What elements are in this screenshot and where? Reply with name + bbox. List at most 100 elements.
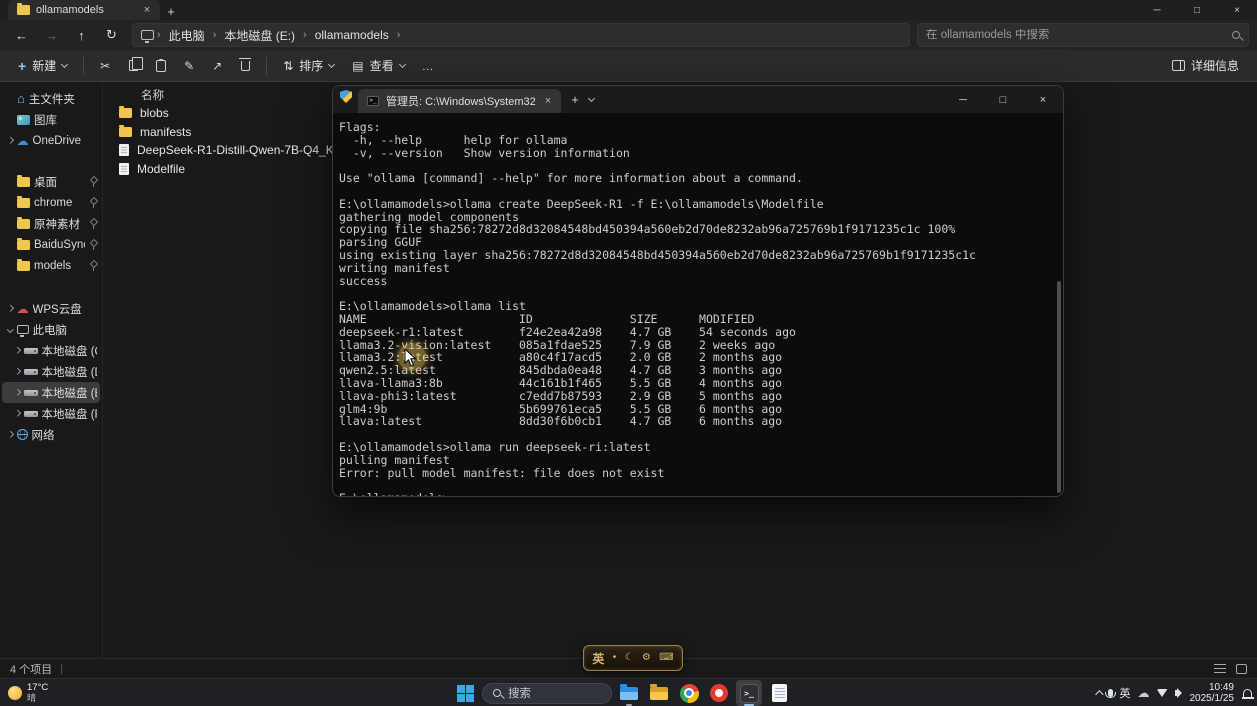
moon-icon[interactable]: ☾	[625, 653, 634, 663]
microphone-icon[interactable]	[1108, 689, 1113, 697]
sidebar-item-desktop[interactable]: 桌面	[2, 171, 100, 192]
explorer-tab[interactable]: ollamamodels ×	[8, 0, 160, 20]
tray-ime-indicator[interactable]: 英	[1120, 685, 1131, 701]
sidebar-item-baidusyncdisk[interactable]: BaiduSyncdisk	[2, 234, 100, 255]
refresh-button[interactable]: ↻	[98, 23, 125, 47]
drive-icon	[24, 369, 38, 375]
close-tab-icon[interactable]: ×	[140, 4, 154, 16]
drive-icon	[24, 390, 38, 396]
terminal-title-bar[interactable]: >_ 管理员: C:\Windows\System32 × + ─ □ ×	[333, 86, 1063, 113]
crumb-this-pc[interactable]: 此电脑	[164, 26, 210, 45]
gear-icon[interactable]: ⚙	[642, 653, 651, 663]
more-button[interactable]: …	[415, 53, 441, 79]
close-button[interactable]: ×	[1217, 0, 1257, 20]
cloud-icon[interactable]: ☁	[1138, 687, 1150, 699]
volume-icon[interactable]	[1175, 690, 1179, 696]
sidebar-item-models[interactable]: models	[2, 255, 100, 276]
crumb-chevron-icon: ›	[396, 29, 402, 41]
crumb-chevron-icon: ›	[302, 29, 308, 41]
sidebar-item-drive-c[interactable]: 本地磁盘 (C:)	[2, 340, 100, 361]
pin-icon	[89, 198, 97, 208]
taskbar-notepad[interactable]	[766, 680, 792, 706]
sidebar-item-network[interactable]: 网络	[2, 424, 100, 445]
tab-dropdown-icon[interactable]	[588, 94, 595, 101]
new-tab-button[interactable]: +	[160, 2, 182, 20]
weather-condition: 晴	[27, 693, 48, 703]
hidden-icons-chevron-icon[interactable]	[1095, 690, 1103, 698]
sidebar-item-genshin[interactable]: 原神素材	[2, 213, 100, 234]
chevron-right-icon	[14, 347, 20, 353]
sidebar-item-wps-cloud[interactable]: ☁ WPS云盘	[2, 298, 100, 319]
scrollbar-thumb[interactable]	[1057, 281, 1061, 493]
sidebar-item-chrome[interactable]: chrome	[2, 192, 100, 213]
forward-button[interactable]: →	[38, 23, 65, 47]
terminal-tab[interactable]: >_ 管理员: C:\Windows\System32 ×	[358, 89, 561, 113]
pin-icon	[89, 219, 97, 229]
paste-button[interactable]	[148, 53, 174, 79]
taskbar-red-app[interactable]	[706, 680, 732, 706]
taskbar-terminal[interactable]: >_	[736, 680, 762, 706]
tray-time: 10:49	[1190, 682, 1235, 694]
share-button[interactable]: ↗	[204, 53, 230, 79]
weather-widget[interactable]: 17°C 晴	[4, 679, 52, 706]
pin-icon	[89, 261, 97, 271]
breadcrumb[interactable]: › 此电脑 › 本地磁盘 (E:) › ollamamodels ›	[132, 23, 910, 47]
view-button[interactable]: ▤ 查看	[344, 53, 412, 79]
sidebar-item-drive-d[interactable]: 本地磁盘 (D:)	[2, 361, 100, 382]
rename-icon: ✎	[184, 59, 194, 73]
copy-icon	[129, 60, 138, 71]
taskbar-folder[interactable]	[646, 680, 672, 706]
minimize-button[interactable]: ─	[1137, 0, 1177, 20]
maximize-button[interactable]: □	[983, 86, 1023, 113]
rename-button[interactable]: ✎	[176, 53, 202, 79]
explorer-search-box[interactable]	[917, 23, 1249, 47]
new-tab-button[interactable]: +	[565, 92, 585, 107]
chevron-right-icon	[14, 368, 20, 374]
weather-temp: 17°C	[27, 683, 48, 693]
network-icon[interactable]	[1157, 689, 1168, 697]
copy-button[interactable]	[120, 53, 146, 79]
search-input[interactable]	[926, 29, 1226, 41]
ime-language-toggle[interactable]: 英	[592, 650, 604, 667]
cut-button[interactable]: ✂	[92, 53, 118, 79]
crumb-ollamamodels[interactable]: ollamamodels	[310, 27, 394, 43]
maximize-button[interactable]: □	[1177, 0, 1217, 20]
details-view-icon[interactable]	[1214, 664, 1226, 673]
clock[interactable]: 10:49 2025/1/25	[1190, 682, 1235, 705]
crumb-chevron-icon: ›	[212, 29, 218, 41]
sidebar-item-gallery[interactable]: 图库	[2, 109, 100, 130]
close-tab-icon[interactable]: ×	[543, 95, 553, 107]
navigation-pane: ⌂ 主文件夹 图库 ☁ OneDrive 桌面	[0, 82, 103, 658]
view-icon: ▤	[352, 59, 363, 73]
taskbar-search[interactable]: 搜索	[482, 683, 612, 704]
terminal-output[interactable]: Flags: -h, --help help for ollama -v, --…	[333, 113, 1063, 496]
chevron-right-icon	[7, 305, 13, 311]
network-icon	[17, 429, 28, 440]
back-button[interactable]: ←	[8, 23, 35, 47]
sidebar-item-drive-f[interactable]: 本地磁盘 (F:)	[2, 403, 100, 424]
sort-button[interactable]: ⇅ 排序	[275, 53, 342, 79]
sidebar-item-drive-e[interactable]: 本地磁盘 (E:)	[2, 382, 100, 403]
terminal-tab-title: 管理员: C:\Windows\System32	[386, 93, 536, 109]
keyboard-icon[interactable]: ⌨	[659, 653, 673, 663]
delete-button[interactable]	[232, 53, 258, 79]
chevron-right-icon	[7, 137, 13, 143]
new-button[interactable]: + 新建	[10, 53, 75, 79]
sidebar-item-this-pc[interactable]: 此电脑	[2, 319, 100, 340]
file-explorer-icon	[620, 687, 638, 700]
minimize-button[interactable]: ─	[943, 86, 983, 113]
up-button[interactable]: ↑	[68, 23, 95, 47]
sidebar-item-onedrive[interactable]: ☁ OneDrive	[2, 130, 100, 151]
sidebar-item-home[interactable]: ⌂ 主文件夹	[2, 88, 100, 109]
notification-bell-icon[interactable]	[1243, 689, 1252, 698]
taskbar-file-explorer[interactable]	[616, 680, 642, 706]
start-button[interactable]	[452, 680, 478, 706]
scrollbar[interactable]	[1055, 113, 1063, 496]
taskbar-chrome[interactable]	[676, 680, 702, 706]
large-icons-view-icon[interactable]	[1236, 664, 1247, 674]
punctuation-icon[interactable]: •	[613, 653, 617, 663]
ime-toolbar: 英 • ☾ ⚙ ⌨	[583, 645, 683, 671]
crumb-drive-e[interactable]: 本地磁盘 (E:)	[219, 26, 300, 45]
details-pane-button[interactable]: 详细信息	[1164, 53, 1247, 79]
close-button[interactable]: ×	[1023, 86, 1063, 113]
